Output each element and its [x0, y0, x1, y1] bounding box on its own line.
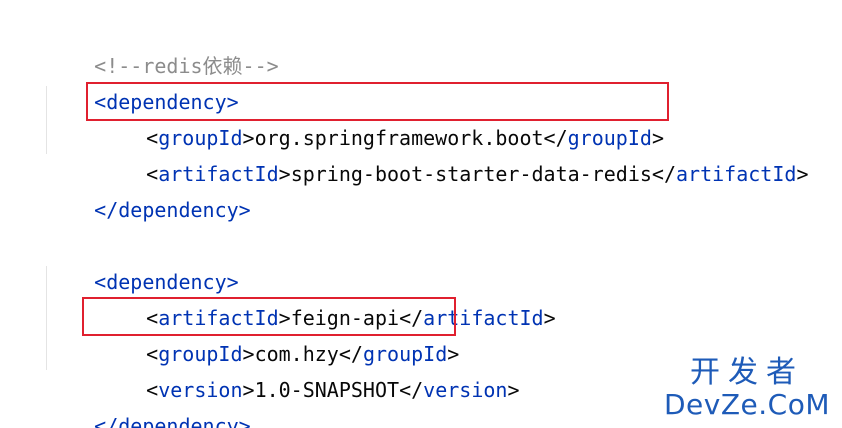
- bracket: </: [651, 162, 677, 186]
- code-line-artifactid: <artifactId>feign-api</artifactId>: [98, 264, 555, 330]
- watermark-text-cn: 开发者: [689, 355, 804, 390]
- dependency-close-tag: </dependency>: [94, 414, 251, 428]
- code-line-dependency-close: </dependency>: [46, 156, 251, 222]
- code-line-comment: <!--redis依赖-->: [46, 12, 279, 78]
- code-line-version: <version>1.0-SNAPSHOT</version>: [98, 336, 519, 402]
- artifactid-value: spring-boot-starter-data-redis: [290, 162, 652, 186]
- bracket: >: [543, 306, 556, 330]
- watermark-logo: 开发者 DevZe.CoM: [664, 356, 830, 420]
- highlight-box-groupid: [86, 82, 669, 121]
- bracket: >: [278, 162, 291, 186]
- artifactid-close-tag: artifactId: [676, 162, 797, 186]
- bracket: >: [507, 378, 520, 402]
- highlight-box-groupid: [82, 297, 456, 336]
- watermark-text-en: DevZe.CoM: [663, 388, 830, 421]
- version-close-tag: version: [423, 378, 508, 402]
- code-editor[interactable]: <!--redis依赖--> <dependency> <groupId>org…: [0, 0, 842, 428]
- code-line-artifactid: <artifactId>spring-boot-starter-data-red…: [98, 120, 808, 186]
- version-value: 1.0-SNAPSHOT: [254, 378, 400, 402]
- code-line-dependency-open: <dependency>: [46, 48, 239, 114]
- bracket: </: [399, 378, 424, 402]
- code-line-dependency-open: <dependency>: [46, 228, 239, 294]
- code-line-dependency-close: </dependency>: [46, 372, 251, 428]
- bracket: >: [796, 162, 809, 186]
- dependency-close-tag: </dependency>: [94, 198, 251, 222]
